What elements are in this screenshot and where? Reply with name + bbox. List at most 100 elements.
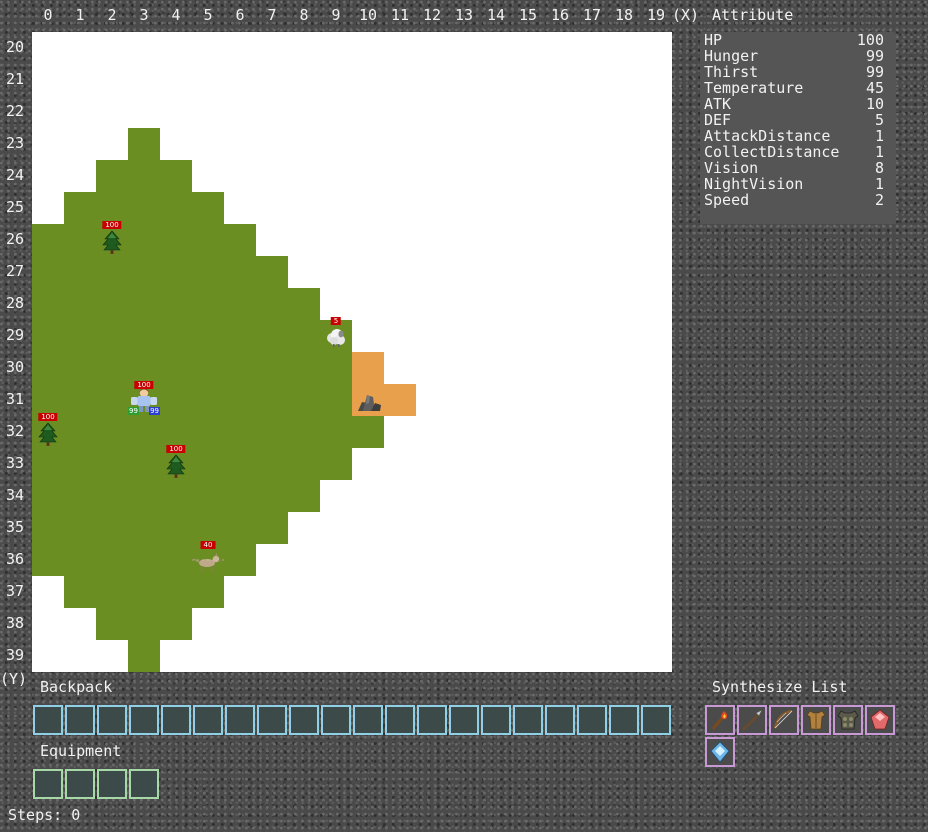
backpack-slot[interactable]: [33, 705, 63, 735]
backpack-slot[interactable]: [353, 705, 383, 735]
synthesize-slot[interactable]: [737, 705, 767, 735]
grass-tile: [64, 256, 96, 288]
grass-tile: [192, 512, 224, 544]
backpack-slot[interactable]: [609, 705, 639, 735]
backpack-slot[interactable]: [193, 705, 223, 735]
backpack-slot[interactable]: [577, 705, 607, 735]
hp-bar: 5: [330, 317, 342, 325]
attribute-title: Attribute: [712, 6, 794, 24]
grass-tile: [128, 288, 160, 320]
x-axis-label: 18: [614, 6, 634, 24]
synthesize-slot[interactable]: [801, 705, 831, 735]
grass-tile: [32, 544, 64, 576]
grass-tile: [128, 192, 160, 224]
grass-tile: [160, 256, 192, 288]
grass-tile: [160, 320, 192, 352]
grass-tile: [160, 608, 192, 640]
y-axis-label: 23: [6, 134, 25, 152]
grass-tile: [96, 576, 128, 608]
attribute-value: 2: [874, 191, 884, 209]
grass-tile: [128, 128, 160, 160]
tree-entity[interactable]: 100: [160, 445, 192, 480]
grass-tile: [96, 384, 128, 416]
grass-tile: [288, 320, 320, 352]
grass-tile: [64, 384, 96, 416]
hp-bar: 40: [200, 541, 216, 549]
grass-tile: [160, 544, 192, 576]
blue-gem-icon: [707, 739, 733, 765]
backpack-slot[interactable]: [161, 705, 191, 735]
attribute-name: Vision: [704, 159, 759, 177]
wolf-entity[interactable]: 40: [192, 541, 224, 576]
game-map[interactable]: 100 100 100 5 40 100 99 99: [32, 32, 672, 672]
player-hunger-bar: 99: [128, 407, 139, 415]
grass-tile: [128, 352, 160, 384]
backpack-slot[interactable]: [289, 705, 319, 735]
grass-tile: [64, 512, 96, 544]
backpack-slot[interactable]: [97, 705, 127, 735]
x-axis-label: 0: [43, 6, 53, 24]
grass-tile: [128, 448, 160, 480]
grass-tile: [256, 352, 288, 384]
synthesize-slot[interactable]: [769, 705, 799, 735]
y-axis-suffix: (Y): [0, 670, 28, 688]
attribute-value: 45: [865, 79, 884, 97]
y-axis-label: 25: [6, 198, 25, 216]
backpack-slot[interactable]: [641, 705, 671, 735]
equipment-slot[interactable]: [33, 769, 63, 799]
backpack-slot[interactable]: [321, 705, 351, 735]
backpack-slot[interactable]: [225, 705, 255, 735]
backpack-slot[interactable]: [417, 705, 447, 735]
grass-tile: [64, 416, 96, 448]
synthesize-slot[interactable]: [705, 737, 735, 767]
y-axis-label: 30: [6, 358, 25, 376]
attribute-row: DEF 5: [704, 112, 884, 128]
grass-tile: [192, 416, 224, 448]
attribute-value: 99: [865, 63, 884, 81]
synthesize-slot[interactable]: [865, 705, 895, 735]
grass-tile: [32, 320, 64, 352]
grass-tile: [224, 256, 256, 288]
backpack-slot[interactable]: [481, 705, 511, 735]
attribute-row: Thirst 99: [704, 64, 884, 80]
attribute-row: CollectDistance 1: [704, 144, 884, 160]
attribute-name: CollectDistance: [704, 143, 840, 161]
equipment-title: Equipment: [40, 742, 122, 760]
tree-entity[interactable]: 100: [96, 221, 128, 256]
attribute-name: ATK: [704, 95, 732, 113]
tree-entity[interactable]: 100: [32, 413, 64, 448]
equipment-slot[interactable]: [97, 769, 127, 799]
pine-tree-icon: [32, 422, 64, 452]
grass-tile: [256, 384, 288, 416]
player-character[interactable]: 100 99 99: [128, 381, 160, 416]
equipment-slot[interactable]: [129, 769, 159, 799]
synthesize-slot[interactable]: [705, 705, 735, 735]
sheep-entity[interactable]: 5: [320, 317, 352, 352]
grass-tile: [128, 256, 160, 288]
equipment-slot[interactable]: [65, 769, 95, 799]
rock-entity[interactable]: [352, 384, 384, 416]
backpack-slot[interactable]: [385, 705, 415, 735]
grass-tile: [96, 256, 128, 288]
sheep-icon: [320, 329, 352, 356]
attribute-row: AttackDistance 1: [704, 128, 884, 144]
backpack-slot[interactable]: [129, 705, 159, 735]
grass-tile: [96, 512, 128, 544]
grass-tile: [320, 448, 352, 480]
grass-tile: [128, 416, 160, 448]
backpack-slot[interactable]: [513, 705, 543, 735]
grass-tile: [128, 544, 160, 576]
backpack-slot[interactable]: [545, 705, 575, 735]
grass-tile: [224, 448, 256, 480]
grass-tile: [160, 480, 192, 512]
backpack-slot[interactable]: [65, 705, 95, 735]
backpack-slot[interactable]: [257, 705, 287, 735]
attribute-row: ATK 10: [704, 96, 884, 112]
grass-tile: [128, 512, 160, 544]
hp-bar: 100: [134, 381, 154, 389]
backpack-slot[interactable]: [449, 705, 479, 735]
grass-tile: [96, 288, 128, 320]
y-axis-label: 39: [6, 646, 25, 664]
synthesize-slot[interactable]: [833, 705, 863, 735]
x-axis-label: 11: [390, 6, 410, 24]
